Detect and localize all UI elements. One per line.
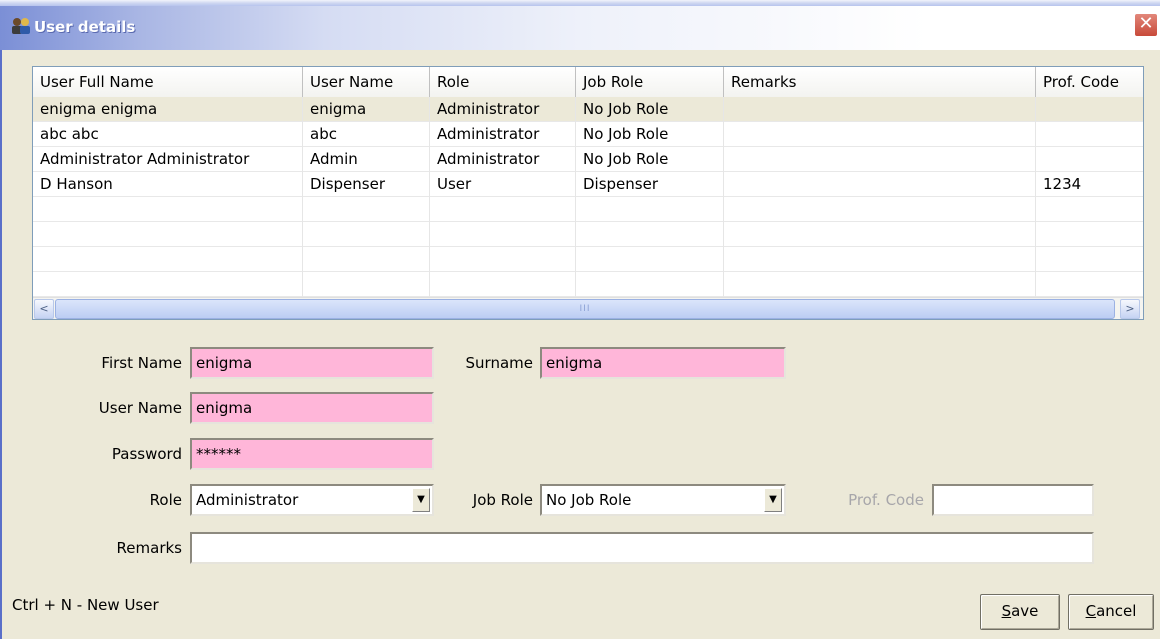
cell-user-name: Admin [303, 147, 430, 172]
window-title: User details [34, 18, 136, 36]
prof-code-field[interactable] [932, 484, 1094, 516]
save-mnemonic: S [1001, 602, 1012, 620]
grip-icon: III [579, 304, 591, 314]
close-icon: ✕ [1138, 13, 1154, 34]
cell-job-role: Dispenser [576, 172, 724, 197]
role-select-value: Administrator [196, 491, 299, 509]
cell-user-name: Dispenser [303, 172, 430, 197]
status-hint: Ctrl + N - New User [12, 596, 159, 614]
scrollbar-thumb[interactable]: III [55, 299, 1115, 319]
column-header-remarks[interactable]: Remarks [724, 67, 1036, 97]
empty-table-row [33, 272, 1143, 297]
user-name-field[interactable] [190, 392, 434, 424]
table-row[interactable]: Administrator Administrator Admin Admini… [33, 147, 1143, 172]
window-frame-inner [2, 50, 8, 639]
title-bar: User details ✕ [0, 0, 1160, 50]
first-name-label: First Name [101, 354, 182, 372]
empty-table-row [33, 197, 1143, 222]
first-name-field[interactable] [190, 347, 434, 379]
role-label: Role [149, 491, 182, 509]
remarks-label: Remarks [116, 539, 182, 557]
column-header-role[interactable]: Role [430, 67, 576, 97]
cell-job-role: No Job Role [576, 147, 724, 172]
cell-remarks [724, 122, 1036, 147]
job-role-select[interactable]: No Job Role ▼ [540, 484, 786, 516]
close-button[interactable]: ✕ [1134, 13, 1158, 37]
cell-role: Administrator [430, 97, 576, 122]
cell-user-full-name: abc abc [33, 122, 303, 147]
cell-remarks [724, 97, 1036, 122]
cell-prof-code: 1234 [1043, 175, 1082, 193]
cell-job-role: No Job Role [576, 122, 724, 147]
user-name-label: User Name [98, 399, 182, 417]
job-role-select-value: No Job Role [546, 491, 632, 509]
table-row[interactable]: abc abc abc Administrator No Job Role [33, 122, 1143, 147]
cancel-label: ancel [1096, 602, 1137, 620]
job-role-label: Job Role [472, 491, 533, 509]
table-header: User Full Name User Name Role Job Role R… [33, 67, 1143, 98]
column-header-prof-code[interactable]: Prof. Code [1036, 67, 1143, 97]
users-table[interactable]: User Full Name User Name Role Job Role R… [32, 66, 1144, 320]
cell-role: Administrator [430, 147, 576, 172]
cell-user-name: enigma [303, 97, 430, 122]
table-row[interactable]: D Hanson Dispenser User Dispenser 1234 [33, 172, 1143, 197]
remarks-field[interactable] [190, 532, 1094, 564]
column-header-user-full-name[interactable]: User Full Name [33, 67, 303, 97]
horizontal-scrollbar[interactable]: < III > [33, 297, 1143, 319]
chevron-down-icon[interactable]: ▼ [412, 488, 430, 512]
table-row[interactable]: enigma enigma enigma Administrator No Jo… [33, 97, 1143, 122]
chevron-left-icon: < [39, 302, 49, 315]
cell-prof-code [1036, 147, 1143, 172]
role-select[interactable]: Administrator ▼ [190, 484, 434, 516]
column-header-user-name[interactable]: User Name [303, 67, 430, 97]
empty-table-row [33, 247, 1143, 272]
cell-user-full-name: enigma enigma [33, 97, 303, 122]
cell-user-name: abc [303, 122, 430, 147]
cell-role: User [430, 172, 576, 197]
scroll-left-button[interactable]: < [34, 299, 54, 319]
empty-table-row [33, 222, 1143, 247]
title-bar-band [0, 6, 1160, 50]
cell-user-full-name: Administrator Administrator [33, 147, 303, 172]
cell-prof-code [1036, 122, 1143, 147]
save-button[interactable]: Save [980, 594, 1060, 630]
cell-user-full-name: D Hanson [33, 172, 303, 197]
cell-remarks [724, 147, 1036, 172]
scroll-right-button[interactable]: > [1120, 299, 1140, 319]
cell-role: Administrator [430, 122, 576, 147]
column-header-job-role[interactable]: Job Role [576, 67, 724, 97]
cell-prof-code [1036, 97, 1143, 122]
cell-job-role: No Job Role [576, 97, 724, 122]
prof-code-label: Prof. Code [848, 491, 924, 509]
password-label: Password [111, 445, 182, 463]
cancel-mnemonic: C [1085, 602, 1097, 620]
cancel-button[interactable]: Cancel [1068, 594, 1154, 630]
surname-label: Surname [465, 354, 533, 372]
cell-remarks [724, 172, 1036, 197]
save-label: ave [1011, 602, 1039, 620]
chevron-right-icon: > [1125, 302, 1135, 315]
password-field[interactable] [190, 438, 434, 470]
users-icon [10, 16, 32, 36]
chevron-down-icon[interactable]: ▼ [764, 488, 782, 512]
surname-field[interactable] [540, 347, 786, 379]
